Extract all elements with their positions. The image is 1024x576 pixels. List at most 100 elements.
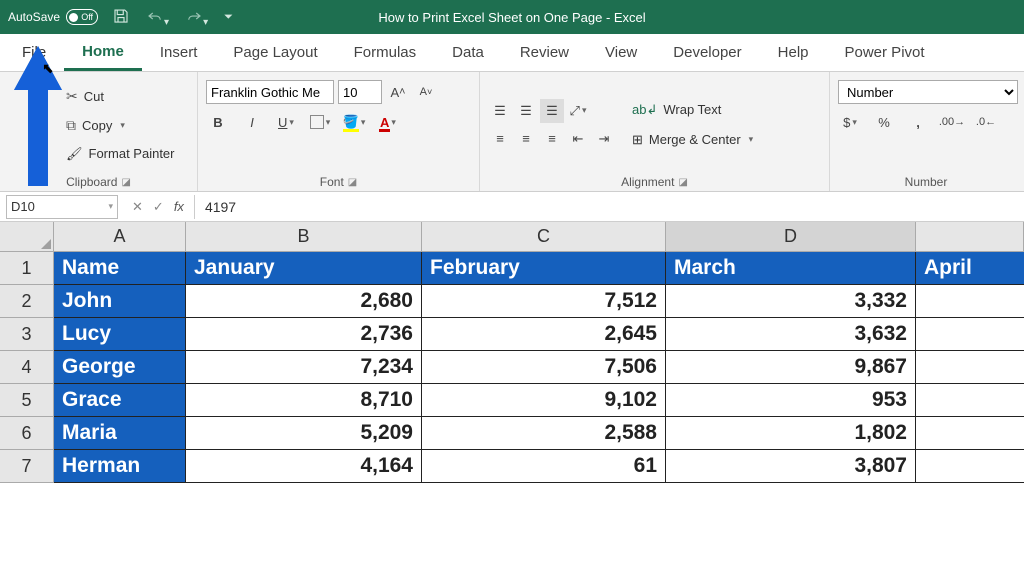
cell[interactable]: 3,632 [666,318,916,351]
align-left-icon[interactable]: ≡ [488,127,512,151]
underline-button[interactable]: U▾ [274,110,298,134]
cell[interactable]: 5,209 [186,417,422,450]
redo-icon[interactable]: ▾ [185,7,208,28]
decrease-indent-icon[interactable]: ⇤ [566,127,590,151]
cell[interactable]: February [422,252,666,285]
increase-decimal-icon[interactable]: .00→ [940,110,964,134]
currency-icon[interactable]: $▾ [838,110,862,134]
align-bottom-icon[interactable]: ☰ [540,99,564,123]
autosave-toggle[interactable]: AutoSave Off [8,9,98,25]
row-header[interactable]: 1 [0,252,54,285]
row-header[interactable]: 4 [0,351,54,384]
cell[interactable]: January [186,252,422,285]
col-header-a[interactable]: A [54,222,186,251]
formula-input[interactable]: 4197 [195,199,1024,215]
cell[interactable]: Grace [54,384,186,417]
cell[interactable]: 7,234 [186,351,422,384]
col-header-c[interactable]: C [422,222,666,251]
cell[interactable]: 2,680 [186,285,422,318]
name-box[interactable]: D10▾ [6,195,118,219]
align-right-icon[interactable]: ≡ [540,127,564,151]
comma-icon[interactable]: , [906,110,930,134]
cell[interactable]: March [666,252,916,285]
decrease-decimal-icon[interactable]: .0← [974,110,998,134]
cell[interactable]: April [916,252,1024,285]
cell[interactable]: Name [54,252,186,285]
tab-page-layout[interactable]: Page Layout [215,34,335,71]
border-button[interactable]: ▾ [308,110,332,134]
increase-indent-icon[interactable]: ⇥ [592,127,616,151]
copy-button[interactable]: Copy▾ [66,117,175,134]
font-size-select[interactable] [338,80,382,104]
cell[interactable]: 953 [666,384,916,417]
tab-formulas[interactable]: Formulas [336,34,435,71]
cell[interactable]: 7,506 [422,351,666,384]
tab-help[interactable]: Help [760,34,827,71]
col-header-b[interactable]: B [186,222,422,251]
cell[interactable]: 8,710 [186,384,422,417]
cell[interactable]: 2,588 [422,417,666,450]
qat-customize-icon[interactable]: ⏷ [224,11,233,24]
tab-view[interactable]: View [587,34,655,71]
cell[interactable]: George [54,351,186,384]
col-header-e[interactable] [916,222,1024,251]
cell[interactable] [916,285,1024,318]
cell[interactable] [916,318,1024,351]
row-header[interactable]: 3 [0,318,54,351]
fx-icon[interactable]: fx [174,199,184,214]
cut-button[interactable]: Cut [66,88,175,105]
cell[interactable]: 9,867 [666,351,916,384]
cell[interactable]: 2,645 [422,318,666,351]
cell[interactable]: John [54,285,186,318]
number-format-select[interactable]: Number [838,80,1018,104]
align-center-icon[interactable]: ≡ [514,127,538,151]
tab-review[interactable]: Review [502,34,587,71]
format-painter-button[interactable]: Format Painter [66,146,175,162]
select-all-corner[interactable] [0,222,54,251]
tab-home[interactable]: Home [64,34,142,71]
cell[interactable] [916,450,1024,483]
wrap-text-button[interactable]: ab↲Wrap Text [632,102,753,118]
bold-button[interactable]: B [206,110,230,134]
cell[interactable]: 61 [422,450,666,483]
row-header[interactable]: 7 [0,450,54,483]
font-launcher-icon[interactable]: ◪ [348,177,357,188]
col-header-d[interactable]: D [666,222,916,251]
cell[interactable]: 7,512 [422,285,666,318]
percent-icon[interactable]: % [872,110,896,134]
cell[interactable]: 3,807 [666,450,916,483]
tab-insert[interactable]: Insert [142,34,216,71]
tab-data[interactable]: Data [434,34,502,71]
cell[interactable]: Herman [54,450,186,483]
cell[interactable]: 4,164 [186,450,422,483]
enter-icon[interactable]: ✓ [153,199,164,215]
cell[interactable] [916,384,1024,417]
clipboard-launcher-icon[interactable]: ◪ [121,177,130,188]
align-top-icon[interactable]: ☰ [488,99,512,123]
cell[interactable] [916,417,1024,450]
font-color-button[interactable]: A▾ [376,110,400,134]
row-header[interactable]: 5 [0,384,54,417]
increase-font-icon[interactable]: A˄ [386,80,410,104]
orientation-icon[interactable]: ⤢▾ [566,99,590,123]
align-middle-icon[interactable]: ☰ [514,99,538,123]
cell[interactable]: 9,102 [422,384,666,417]
cancel-icon[interactable]: ✕ [132,199,143,215]
cell[interactable]: 3,332 [666,285,916,318]
font-name-select[interactable] [206,80,334,104]
alignment-launcher-icon[interactable]: ◪ [678,177,687,188]
cell[interactable] [916,351,1024,384]
cell[interactable]: 1,802 [666,417,916,450]
cell[interactable]: Maria [54,417,186,450]
cell[interactable]: 2,736 [186,318,422,351]
cell[interactable]: Lucy [54,318,186,351]
merge-center-button[interactable]: ⊞Merge & Center▾ [632,132,753,148]
row-header[interactable]: 2 [0,285,54,318]
italic-button[interactable]: I [240,110,264,134]
decrease-font-icon[interactable]: A˅ [414,80,438,104]
tab-developer[interactable]: Developer [655,34,759,71]
save-icon[interactable] [112,7,130,28]
undo-icon[interactable]: ▾ [146,7,169,28]
row-header[interactable]: 6 [0,417,54,450]
toggle-switch[interactable]: Off [66,9,98,25]
